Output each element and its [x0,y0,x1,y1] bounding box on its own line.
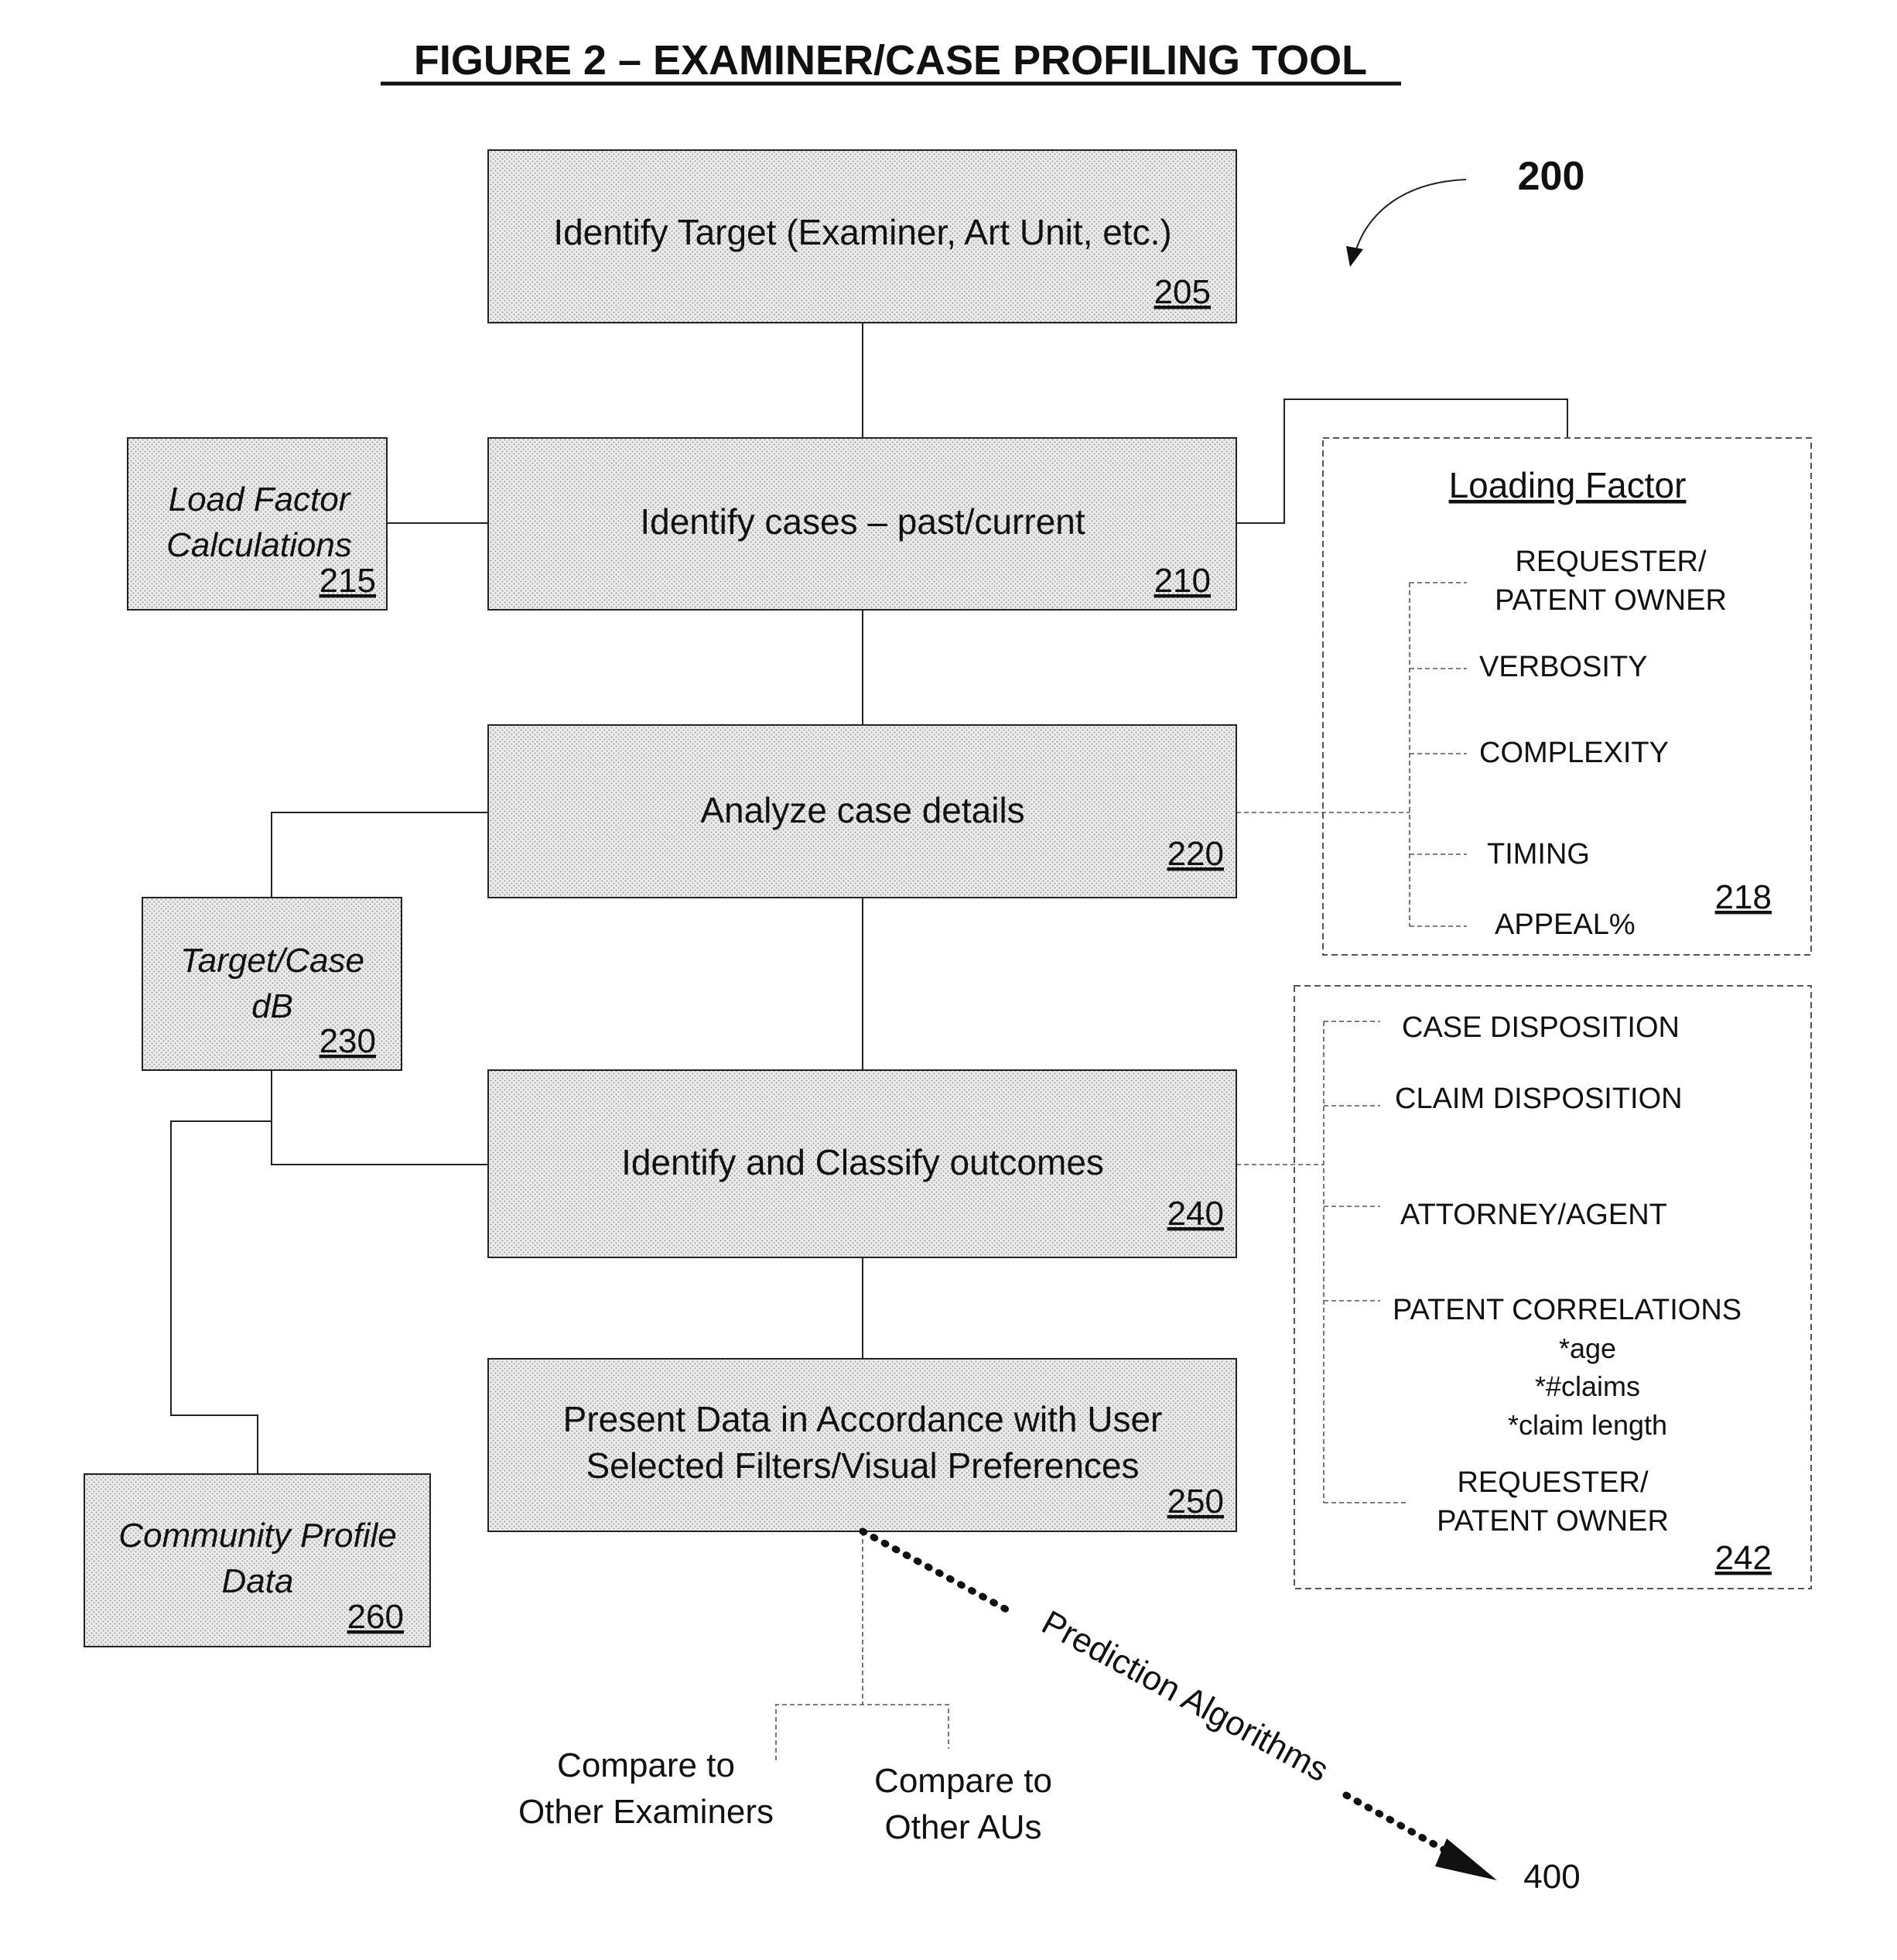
side-box-260[interactable]: Community Profile Data 260 [84,1473,431,1647]
loading-factor-ref: 218 [1715,878,1772,916]
side-ref: 260 [347,1598,404,1636]
step-210[interactable]: Identify cases – past/current 210 [487,437,1237,611]
side-label: Calculations [166,526,352,564]
step-220[interactable]: Analyze case details 220 [487,724,1237,898]
step-label: Analyze case details [700,790,1024,830]
step-205[interactable]: Identify Target (Examiner, Art Unit, etc… [487,149,1237,323]
side-label: Target/Case [180,942,364,980]
side-label: Community Profile [118,1517,396,1555]
compare-label: Other Examiners [518,1793,774,1831]
figure-ref-curve [1355,179,1467,252]
outcome-item: CLAIM DISPOSITION [1395,1083,1683,1115]
prediction-target: 400 [1523,1858,1580,1896]
outcome-item: PATENT OWNER [1437,1505,1669,1538]
loading-factor-item: COMPLEXITY [1479,737,1669,769]
step-250[interactable]: Present Data in Accordance with User Sel… [487,1358,1237,1532]
side-box-215[interactable]: Load Factor Calculations 215 [127,437,388,611]
step-ref: 250 [1167,1483,1224,1520]
outcome-item: PATENT CORRELATIONS [1393,1294,1741,1326]
compare-examiners[interactable]: Compare to Other Examiners [518,1746,774,1831]
loading-factor-item: APPEAL% [1495,908,1636,941]
outcome-subitem: *claim length [1508,1409,1667,1441]
step-label: Present Data in Accordance with User [563,1399,1163,1439]
outcome-subitem: *#claims [1535,1370,1640,1402]
side-label: Load Factor [169,481,352,518]
step-label: Identify cases – past/current [640,501,1085,542]
loading-factor-item: TIMING [1487,838,1590,871]
loading-factor-item: VERBOSITY [1479,651,1648,683]
step-ref: 220 [1167,835,1224,873]
compare-aus[interactable]: Compare to Other AUs [874,1762,1052,1846]
step-ref: 240 [1167,1195,1224,1233]
prediction-dots-start [859,1527,1017,1617]
compare-label: Compare to [874,1762,1052,1800]
prediction-label: Prediction Algorithms [1036,1603,1335,1789]
outcomes-panel: CASE DISPOSITION CLAIM DISPOSITION ATTOR… [1294,985,1812,1589]
outcome-item: ATTORNEY/AGENT [1400,1199,1667,1231]
link-220-230 [271,812,488,898]
figure-ref-label: 200 [1518,154,1585,199]
figure-title: FIGURE 2 – EXAMINER/CASE PROFILING TOOL [414,37,1367,84]
compare-bracket [775,1704,949,1760]
compare-label: Compare to [557,1746,735,1784]
loading-factor-item: PATENT OWNER [1495,584,1727,617]
loading-factor-item: REQUESTER/ [1515,546,1706,578]
step-ref: 205 [1154,273,1211,311]
step-label: Identify and Classify outcomes [621,1142,1104,1182]
link-230-240 [271,1070,488,1165]
outcomes-ref: 242 [1715,1539,1772,1577]
side-ref: 230 [320,1022,376,1060]
flow-diagram: FIGURE 2 – EXAMINER/CASE PROFILING TOOL … [84,37,1812,1896]
loading-factor-heading: Loading Factor [1449,465,1687,505]
step-label: Identify Target (Examiner, Art Unit, etc… [553,212,1171,252]
loading-factor-panel: Loading Factor REQUESTER/ PATENT OWNER V… [1322,437,1812,956]
side-ref: 215 [320,562,376,600]
outcome-subitem: *age [1559,1332,1616,1364]
step-240[interactable]: Identify and Classify outcomes 240 [487,1069,1237,1258]
figure-ref-arrowhead-icon [1346,246,1363,267]
prediction-arrowhead-icon [1435,1839,1497,1880]
step-ref: 210 [1154,562,1211,600]
prediction-dots-end [1342,1791,1458,1859]
outcome-item: CASE DISPOSITION [1402,1011,1680,1044]
link-230-260 [170,1120,272,1474]
loading-factor-box [1322,437,1812,956]
side-label: Data [222,1562,294,1600]
side-label: dB [251,987,293,1025]
side-box-230[interactable]: Target/Case dB 230 [142,897,402,1071]
step-label: Selected Filters/Visual Preferences [586,1445,1139,1486]
outcome-item: REQUESTER/ [1457,1466,1648,1499]
compare-label: Other AUs [885,1808,1042,1846]
